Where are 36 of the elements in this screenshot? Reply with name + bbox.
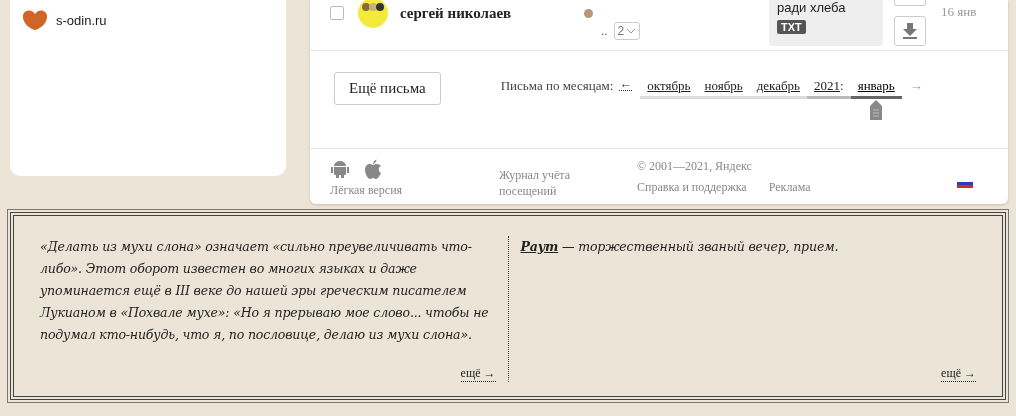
- months-label: Письма по месяцам:: [500, 78, 614, 94]
- month-link[interactable]: декабрь: [756, 78, 801, 94]
- fact-text: Раут — торжественный званый вечер, прием.: [520, 238, 840, 256]
- unread-dot[interactable]: [584, 8, 593, 18]
- ads-link[interactable]: Реклама: [768, 180, 811, 195]
- download-button[interactable]: [894, 16, 926, 46]
- calendar-marker-icon: [870, 100, 883, 120]
- help-link[interactable]: Справка и поддержка: [637, 180, 747, 195]
- message-date: 16 янв: [941, 4, 977, 20]
- visit-log-link[interactable]: Журнал учёта посещений: [499, 167, 619, 199]
- checkbox[interactable]: [330, 6, 344, 20]
- file-type-badge: TXT: [777, 20, 806, 34]
- download-icon: [903, 23, 917, 39]
- month-link[interactable]: 2021: [814, 78, 841, 94]
- month-link[interactable]: октябрь: [647, 78, 691, 94]
- apple-icon[interactable]: [364, 159, 382, 179]
- month-link[interactable]: январь: [857, 78, 895, 94]
- thread-count-button[interactable]: 2: [613, 22, 641, 40]
- caret-icon: [626, 28, 637, 34]
- month-link[interactable]: ноябрь: [704, 78, 743, 94]
- attachment-tile[interactable]: ради хлеба TXT: [769, 0, 883, 46]
- sidebar-link[interactable]: s-odin.ru: [56, 12, 107, 28]
- year-separator: :: [840, 78, 844, 94]
- prev-arrow-link[interactable]: ←: [619, 78, 633, 91]
- flag-icon[interactable]: [957, 179, 973, 188]
- copyright-text: © 2001—2021, Яндекс: [637, 159, 753, 174]
- android-icon[interactable]: [330, 159, 350, 179]
- attachment-name: ради хлеба: [777, 0, 847, 15]
- snippet-text: ..: [601, 23, 608, 39]
- more-link[interactable]: ещё →: [941, 366, 976, 382]
- sender-name: сергей николаев: [400, 4, 513, 22]
- fact-text: «Делать из мухи слона» означает «сильно преувеличивать что-либо». Этот оборот известен во многих языках и даже упоминается ещё в III веке до нашей эры греческим писателем Лукианом в «Похвале мухе»: «Но я прерываю мое слово... чтобы не подумал кто-нибудь, что я, по пословице, делаю из мухи слона».: [40, 238, 490, 344]
- light-version-link[interactable]: Лёгкая версия: [330, 183, 499, 198]
- more-link[interactable]: ещё →: [460, 366, 496, 382]
- more-letters-button[interactable]: Ещё письма: [334, 72, 441, 105]
- heart-icon: [22, 9, 48, 31]
